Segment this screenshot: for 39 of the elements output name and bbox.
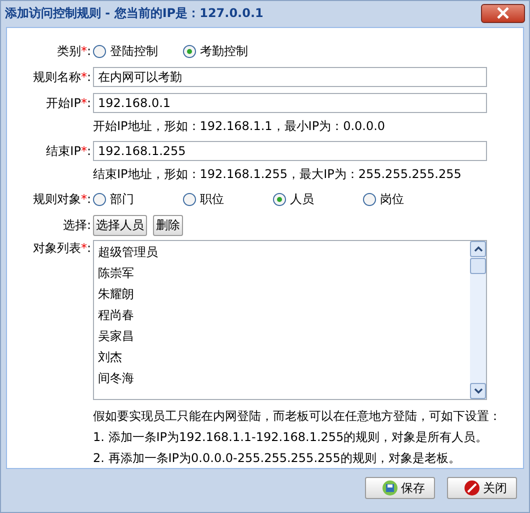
radio-option[interactable]: 人员 <box>273 190 363 208</box>
close-dialog-button[interactable]: 关闭 <box>447 477 517 499</box>
input-field[interactable]: 192.168.0.1 <box>93 93 487 113</box>
save-button[interactable]: 保存 <box>365 477 435 499</box>
close-icon <box>496 7 510 19</box>
action-button[interactable]: 删除 <box>153 214 183 236</box>
list-item[interactable]: 陈崇军 <box>98 264 466 285</box>
action-button[interactable]: 选择人员 <box>93 214 147 236</box>
no-entry-icon <box>464 480 480 496</box>
note-text: 1. 添加一条IP为192.168.1.1-192.168.1.255的规则，对象是所有人员。 <box>93 429 489 446</box>
scroll-thumb[interactable] <box>470 258 486 274</box>
note-text: 2. 再添加一条IP为0.0.0.0-255.255.255.255的规则，对象是老板。 <box>93 450 462 467</box>
field-label: 结束IP*: <box>46 144 91 158</box>
list-item[interactable]: 朱耀朗 <box>98 285 466 306</box>
window-title: 添加访问控制规则 - 您当前的IP是：127.0.0.1 <box>5 4 264 22</box>
hint-text: 结束IP地址，形如：192.168.1.255，最大IP为：255.255.255.255 <box>93 166 462 182</box>
radio-option[interactable]: 登陆控制 <box>93 42 183 60</box>
list-item[interactable]: 程尚春 <box>98 306 466 327</box>
close-button[interactable] <box>481 4 525 22</box>
radio-option[interactable]: 考勤控制 <box>183 42 273 60</box>
field-label: 对象列表*: <box>32 241 91 255</box>
list-item[interactable]: 超级管理员 <box>98 243 466 264</box>
list-item[interactable]: 吴家昌 <box>98 327 466 348</box>
field-label: 类别*: <box>56 44 91 58</box>
radio-option[interactable]: 部门 <box>93 190 183 208</box>
hint-text: 开始IP地址，形如：192.168.1.1，最小IP为：0.0.0.0 <box>93 118 386 134</box>
floppy-disk-icon <box>382 480 398 496</box>
field-label: 选择: <box>62 218 91 232</box>
note-text: 假如要实现员工只能在内网登陆，而老板可以在任意地方登陆，可如下设置： <box>93 408 502 425</box>
field-label: 规则对象*: <box>32 192 91 206</box>
input-field[interactable]: 192.168.1.255 <box>93 141 487 161</box>
input-field[interactable]: 在内网可以考勤 <box>93 67 487 87</box>
list-item[interactable]: 间冬海 <box>98 369 466 390</box>
scrollbar[interactable] <box>470 241 486 399</box>
field-label: 规则名称*: <box>32 70 91 84</box>
radio-option[interactable]: 岗位 <box>363 190 453 208</box>
radio-option[interactable]: 职位 <box>183 190 273 208</box>
field-label: 开始IP*: <box>46 96 91 110</box>
list-item[interactable]: 刘杰 <box>98 348 466 369</box>
